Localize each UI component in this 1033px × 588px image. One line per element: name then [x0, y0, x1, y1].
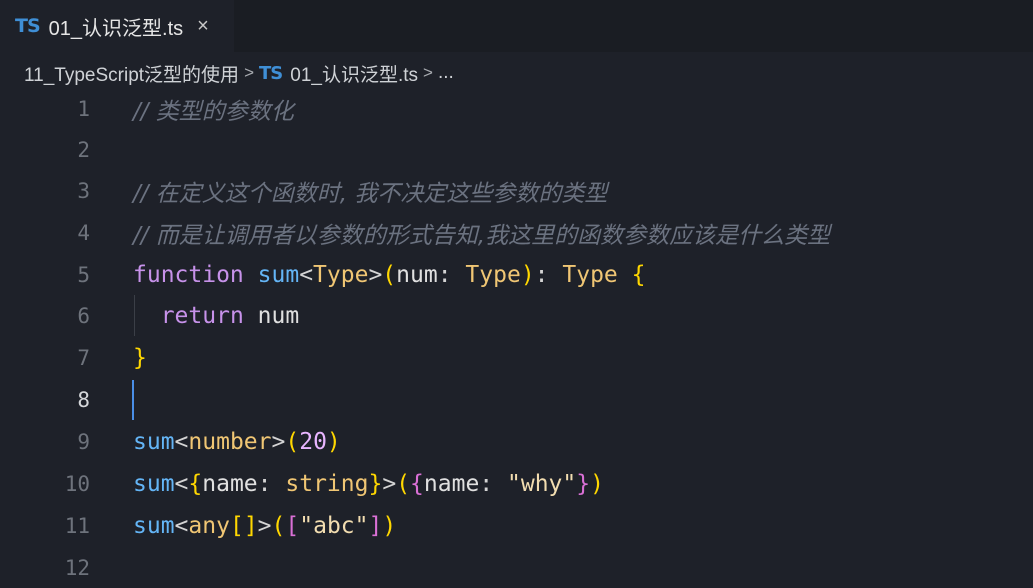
code-line[interactable]: 9 sum<number>(20) — [0, 421, 1033, 462]
code-editor[interactable]: 1 // 类型的参数化 2 3 // 在定义这个函数时, 我不决定这些参数的类型… — [0, 88, 1033, 580]
line-number: 6 — [77, 303, 90, 328]
code-line[interactable]: 5 function sum<Type>(num: Type): Type { — [0, 254, 1033, 295]
editor-tab[interactable]: TS 01_认识泛型.ts × — [0, 0, 234, 52]
code-text: sum<any[]>(["abc"]) — [133, 512, 397, 539]
code-text: sum<{name: string}>({name: "why"}) — [133, 470, 604, 497]
line-number: 8 — [77, 387, 90, 412]
code-text: return num — [160, 302, 300, 329]
code-comment: // 而是让调用者以参数的形式告知,我这里的函数参数应该是什么类型 — [133, 222, 831, 249]
code-line[interactable]: 4 // 而是让调用者以参数的形式告知,我这里的函数参数应该是什么类型 — [0, 212, 1033, 253]
code-text: } — [133, 344, 147, 371]
code-line[interactable]: 11 sum<any[]>(["abc"]) — [0, 505, 1033, 546]
line-number: 3 — [77, 178, 90, 203]
line-number: 7 — [77, 345, 90, 370]
line-number: 11 — [64, 513, 90, 538]
typescript-file-icon: TS — [259, 62, 283, 84]
line-number: 4 — [77, 220, 90, 245]
code-comment: // 在定义这个函数时, 我不决定这些参数的类型 — [133, 180, 608, 207]
code-line[interactable]: 12 — [0, 547, 1033, 588]
code-line[interactable]: 10 sum<{name: string}>({name: "why"}) — [0, 463, 1033, 504]
chevron-right-icon: > — [244, 63, 254, 82]
text-cursor — [132, 380, 134, 420]
tab-title[interactable]: 01_认识泛型.ts — [49, 12, 183, 41]
code-line[interactable]: 3 // 在定义这个函数时, 我不决定这些参数的类型 — [0, 170, 1033, 211]
line-number: 5 — [77, 262, 90, 287]
breadcrumb-more[interactable]: ... — [438, 62, 454, 84]
line-number: 2 — [77, 137, 90, 162]
close-icon[interactable]: × — [197, 15, 209, 38]
code-line[interactable]: 7 } — [0, 337, 1033, 378]
code-line[interactable]: 6 return num — [0, 295, 1033, 336]
tab-bar: TS 01_认识泛型.ts × — [0, 0, 1033, 52]
breadcrumb-folder[interactable]: 11_TypeScript泛型的使用 — [24, 60, 239, 87]
code-comment: // 类型的参数化 — [133, 98, 294, 125]
line-number: 12 — [64, 555, 90, 580]
line-number: 1 — [77, 96, 90, 121]
line-number: 10 — [64, 471, 90, 496]
breadcrumb-file[interactable]: 01_认识泛型.ts — [290, 60, 418, 87]
chevron-right-icon: > — [423, 63, 433, 82]
typescript-file-icon: TS — [15, 15, 41, 37]
line-number: 9 — [77, 429, 90, 454]
code-line-active[interactable]: 8 — [0, 379, 1033, 420]
breadcrumb: 11_TypeScript泛型的使用 > TS 01_认识泛型.ts > ... — [24, 58, 454, 88]
code-text: function sum<Type>(num: Type): Type { — [133, 261, 646, 288]
code-line[interactable]: 2 — [0, 129, 1033, 170]
code-line[interactable]: 1 // 类型的参数化 — [0, 88, 1033, 129]
code-text: sum<number>(20) — [133, 428, 341, 455]
